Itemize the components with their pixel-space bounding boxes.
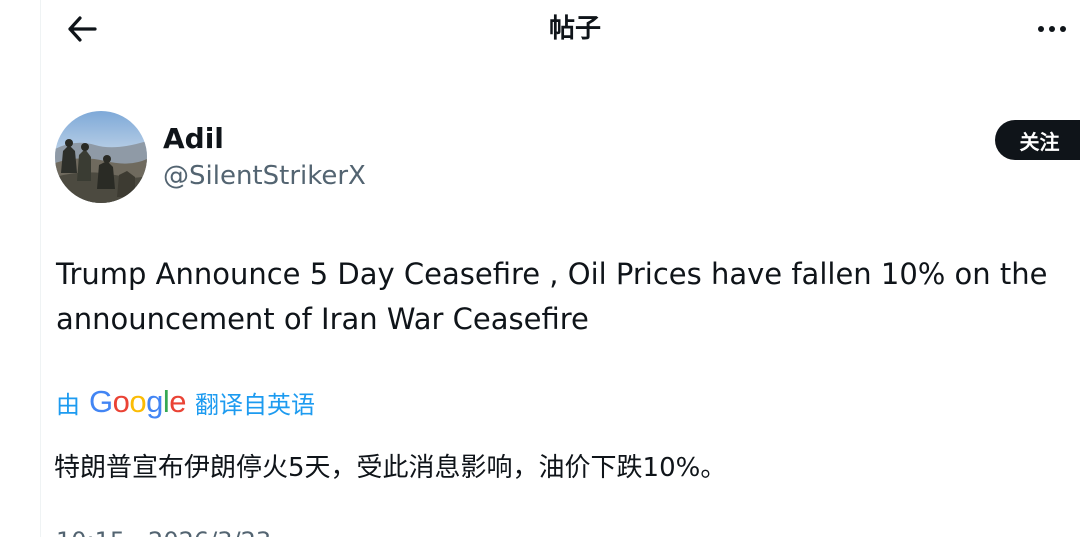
post-text: Trump Announce 5 Day Ceasefire , Oil Pri… [56,257,1048,336]
author-handle[interactable]: @SilentStrikerX [163,158,366,194]
post-detail-screen: 帖子 Adil @SilentStrikerX 关注 Trump Announc… [0,0,1080,537]
google-logo-letter: e [169,384,187,419]
translated-by-label: 由 [56,390,80,419]
more-dot [1049,26,1055,32]
translate-attribution[interactable]: 由 Google 翻译自英语 [56,382,315,422]
google-logo-letter: o [112,384,130,419]
left-divider [40,0,41,537]
more-horizontal-icon [1038,26,1044,32]
page-title: 帖子 [548,14,601,44]
translated-text: 特朗普宣布伊朗停火5天，受此消息影响，油价下跌10%。 [54,453,727,483]
author-name[interactable]: Adil [163,120,224,158]
google-logo-letter: G [89,384,113,419]
google-logo-letter: o [129,384,147,419]
post-timestamp[interactable]: 10:15 · 2026/3/23 [56,526,271,537]
more-dot [1060,26,1066,32]
more-options-button[interactable] [1030,16,1074,42]
translated-from-label: 翻译自英语 [195,390,316,419]
avatar-photo [55,111,147,203]
google-logo: Google [89,382,187,422]
google-logo-letter: g [146,384,163,419]
avatar[interactable] [55,111,147,203]
follow-button[interactable]: 关注 [995,120,1080,160]
